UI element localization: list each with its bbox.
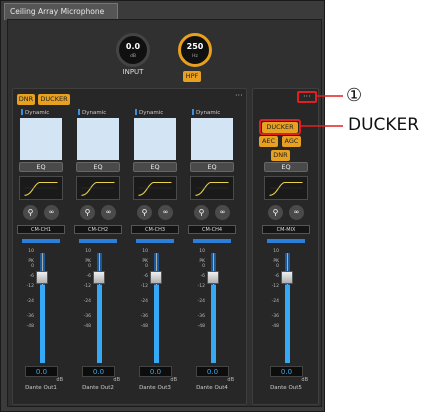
annotation-number: ① <box>346 85 363 106</box>
annotation-label: DUCKER <box>348 115 420 135</box>
annotation-lines <box>300 95 343 127</box>
